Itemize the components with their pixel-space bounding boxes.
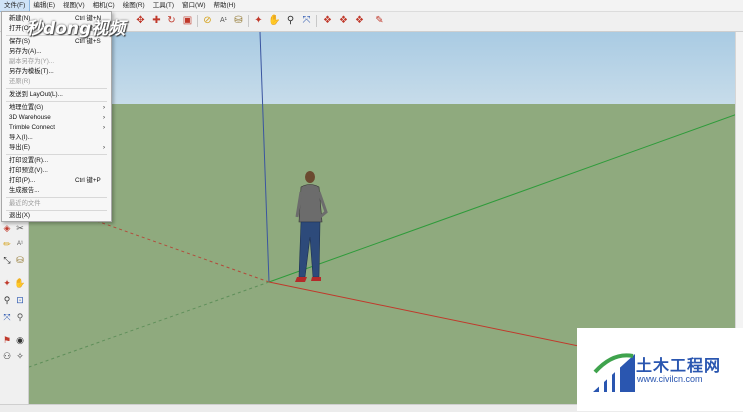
previous-view-icon[interactable]: ⚲ bbox=[14, 311, 26, 323]
chevron-right-icon: › bbox=[103, 115, 105, 121]
video-watermark: 秒dong视频 bbox=[26, 19, 126, 39]
menu-edit[interactable]: 编辑(E) bbox=[29, 0, 59, 11]
line-icon[interactable]: ⤡ bbox=[1, 254, 13, 266]
warehouse-icon[interactable]: ❖ bbox=[321, 14, 334, 27]
tape-measure-icon[interactable]: ⊘ bbox=[201, 14, 214, 27]
menu-item-send-to-layout[interactable]: 发送到 LayOut(L)... bbox=[2, 90, 111, 100]
orbit-icon[interactable]: ✦ bbox=[252, 14, 265, 27]
paint-icon[interactable]: ⛁ bbox=[14, 254, 26, 266]
pan-tool-icon[interactable]: ✋ bbox=[14, 277, 26, 289]
menu-item-print-preview[interactable]: 打印预览(V)... bbox=[2, 166, 111, 176]
section-plane-icon[interactable]: ✧ bbox=[14, 350, 26, 362]
offset-icon[interactable]: ▣ bbox=[181, 14, 194, 27]
eraser-icon[interactable]: ✂ bbox=[14, 222, 26, 234]
chevron-right-icon: › bbox=[103, 145, 105, 151]
position-camera-icon[interactable]: ⚑ bbox=[1, 334, 13, 346]
zoom-extents-icon[interactable]: ⤧ bbox=[300, 14, 313, 27]
menu-item-save-copy-as: 副本另存为(Y)... bbox=[9, 58, 55, 65]
menu-item-export[interactable]: 导出(E) › bbox=[2, 143, 111, 153]
blue-axis bbox=[259, 32, 270, 283]
walk-icon[interactable]: ⚇ bbox=[1, 350, 13, 362]
right-panel-edge bbox=[735, 32, 743, 332]
zoom-icon[interactable]: ⚲ bbox=[284, 14, 297, 27]
menu-file[interactable]: 文件(F) bbox=[0, 0, 31, 12]
menu-item-trimble-connect[interactable]: Trimble Connect › bbox=[2, 123, 111, 133]
text-tool-icon[interactable]: A¹ bbox=[217, 14, 230, 27]
menu-item-save-as-template[interactable]: 另存为模板(T)... bbox=[2, 67, 111, 77]
menu-item-exit[interactable]: 退出(X) bbox=[2, 211, 111, 221]
menu-view[interactable]: 视图(V) bbox=[59, 0, 89, 11]
green-axis-negative bbox=[29, 281, 270, 368]
menu-item-3d-warehouse[interactable]: 3D Warehouse › bbox=[2, 113, 111, 123]
extension-warehouse-icon[interactable]: ❖ bbox=[337, 14, 350, 27]
menu-separator bbox=[6, 101, 107, 102]
components-icon[interactable]: ❖ bbox=[353, 14, 366, 27]
menu-item-print[interactable]: 打印(P)... Ctrl 键+P bbox=[2, 176, 111, 186]
layout-icon[interactable]: ✎ bbox=[373, 14, 386, 27]
site-logo-url: www.civilcn.com bbox=[637, 374, 703, 384]
file-menu-dropdown: 新建(N) Ctrl 键+N 打开(O)... Ctrl 键+O 保存(S) Ctrl… bbox=[1, 11, 112, 222]
look-around-icon[interactable]: ◉ bbox=[14, 334, 26, 346]
pencil-icon[interactable]: ✏ bbox=[1, 238, 13, 250]
toolbar-separator bbox=[197, 15, 198, 27]
toolbar-separator bbox=[248, 15, 249, 27]
menu-window[interactable]: 窗口(W) bbox=[178, 0, 209, 11]
zoom-tool-icon[interactable]: ⚲ bbox=[1, 294, 13, 306]
site-logo-name: 土木工程网 bbox=[636, 356, 722, 375]
menu-item-save-as[interactable]: 另存为(A)... bbox=[2, 47, 111, 57]
menu-item-revert: 还原(R) bbox=[9, 78, 31, 85]
select-icon[interactable]: ◈ bbox=[1, 222, 13, 234]
zoom-extents-tool-icon[interactable]: ⤧ bbox=[1, 311, 13, 323]
civilcn-logo-icon bbox=[593, 353, 635, 392]
toolbar-separator bbox=[316, 15, 317, 27]
scale-figure bbox=[295, 171, 328, 282]
menu-item-import[interactable]: 导入(I)... bbox=[2, 133, 111, 143]
menu-tools[interactable]: 工具(T) bbox=[149, 0, 178, 11]
text-icon[interactable]: A¹ bbox=[14, 238, 26, 250]
chevron-right-icon: › bbox=[103, 125, 105, 131]
menu-item-geo-location[interactable]: 地理位置(G) › bbox=[2, 103, 111, 113]
push-pull-icon[interactable]: ✚ bbox=[150, 14, 163, 27]
menu-item-print-setup[interactable]: 打印设置(R)... bbox=[2, 156, 111, 166]
menu-item-generate-report[interactable]: 生成报告... bbox=[2, 186, 111, 196]
menu-separator bbox=[6, 197, 107, 198]
green-axis bbox=[268, 111, 743, 283]
menu-help[interactable]: 帮助(H) bbox=[210, 0, 240, 11]
move-icon[interactable]: ✥ bbox=[134, 14, 147, 27]
menu-draw[interactable]: 绘图(R) bbox=[119, 0, 149, 11]
orbit-tool-icon[interactable]: ✦ bbox=[1, 277, 13, 289]
menu-separator bbox=[6, 154, 107, 155]
menu-separator bbox=[6, 88, 107, 89]
pan-icon[interactable]: ✋ bbox=[268, 14, 281, 27]
rotate-icon[interactable]: ↻ bbox=[165, 14, 178, 27]
menu-camera[interactable]: 相机(C) bbox=[89, 0, 119, 11]
chevron-right-icon: › bbox=[103, 105, 105, 111]
paint-bucket-icon[interactable]: ⛁ bbox=[232, 14, 245, 27]
zoom-window-icon[interactable]: ⊡ bbox=[14, 294, 26, 306]
menu-item-recent-files: 最近的文件 bbox=[9, 200, 41, 207]
